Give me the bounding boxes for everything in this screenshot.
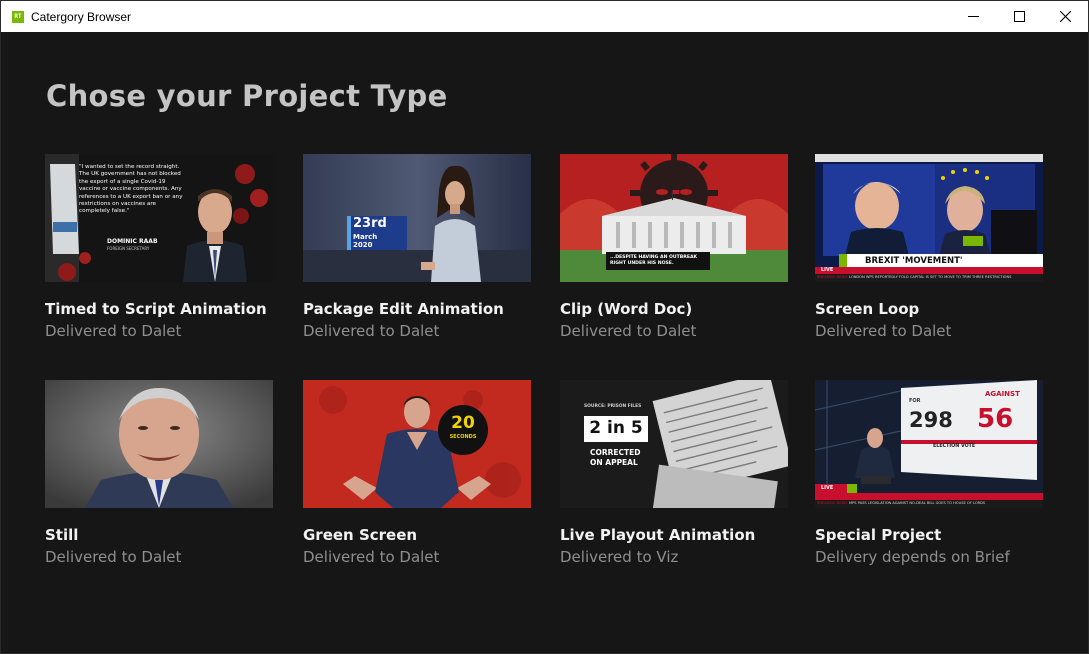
thumbnail-quote: "I wanted to set the record straight. Th… <box>79 164 183 215</box>
project-card-screen-loop[interactable]: BREXIT 'MOVEMENT' LIVE BREAKING NEWS LON… <box>815 154 1045 340</box>
project-card-special-project[interactable]: FOR AGAINST 298 56 ELECTION VOTE LIVE BR… <box>815 380 1045 566</box>
card-title: Special Project <box>815 526 942 544</box>
card-subtitle: Delivery depends on Brief <box>815 548 1010 566</box>
project-card-timed-to-script[interactable]: "I wanted to set the record straight. Th… <box>45 154 275 340</box>
project-card-package-edit[interactable]: 23rd March 2020 Package Edit Animation D… <box>303 154 533 340</box>
card-title: Clip (Word Doc) <box>560 300 693 318</box>
close-icon <box>1059 11 1071 22</box>
card-title: Green Screen <box>303 526 418 544</box>
thumbnail-presenter-graphic <box>303 380 531 508</box>
card-thumbnail[interactable]: BREXIT 'MOVEMENT' LIVE BREAKING NEWS LON… <box>815 154 1043 282</box>
maximize-icon <box>1013 11 1025 22</box>
card-title: Live Playout Animation <box>560 526 756 544</box>
app-logo-icon: RT <box>12 10 24 23</box>
category-browser-window: RT Catergory Browser Chose your Project … <box>0 0 1089 654</box>
page-title: Chose your Project Type <box>46 79 448 113</box>
thumbnail-ticker-label: BREAKING NEWS <box>817 501 848 505</box>
project-card-green-screen[interactable]: 20 SECONDS Green Screen Delivered to Dal… <box>303 380 533 566</box>
card-subtitle: Delivered to Dalet <box>560 322 697 340</box>
thumbnail-against-label: AGAINST <box>985 390 1020 398</box>
card-thumbnail[interactable]: SOURCE: PRISON FILES 2 in 5 CORRECTED ON… <box>560 380 788 508</box>
thumbnail-badge-label: SECONDS <box>449 434 477 440</box>
thumbnail-badge-number: 20 <box>451 413 475 433</box>
thumbnail-live-badge: LIVE <box>821 267 834 273</box>
window-controls <box>950 1 1088 32</box>
card-title: Screen Loop <box>815 300 920 318</box>
minimize-icon <box>967 16 979 17</box>
thumbnail-source: SOURCE: PRISON FILES <box>584 404 642 409</box>
app-logo-text: RT <box>14 13 22 20</box>
card-subtitle: Delivered to Dalet <box>303 322 440 340</box>
project-card-live-playout[interactable]: SOURCE: PRISON FILES 2 in 5 CORRECTED ON… <box>560 380 790 566</box>
thumbnail-speaker-name: DOMINIC RAAB <box>107 238 158 245</box>
thumbnail-date-day: 23rd <box>353 216 387 231</box>
card-subtitle: Delivered to Viz <box>560 548 679 566</box>
card-subtitle: Delivered to Dalet <box>45 322 182 340</box>
close-button[interactable] <box>1042 1 1088 32</box>
minimize-button[interactable] <box>950 1 996 32</box>
card-thumbnail[interactable]: ...DESPITE HAVING AN OUTBREAK RIGHT UNDE… <box>560 154 788 282</box>
card-subtitle: Delivered to Dalet <box>303 548 440 566</box>
thumbnail-presenter-graphic <box>303 154 531 282</box>
card-thumbnail[interactable]: FOR AGAINST 298 56 ELECTION VOTE LIVE BR… <box>815 380 1043 508</box>
card-thumbnail[interactable] <box>45 380 273 508</box>
card-thumbnail[interactable]: 20 SECONDS <box>303 380 531 508</box>
project-card-clip[interactable]: ...DESPITE HAVING AN OUTBREAK RIGHT UNDE… <box>560 154 790 340</box>
thumbnail-line-2: ON APPEAL <box>590 458 638 467</box>
thumbnail-for-label: FOR <box>909 398 921 404</box>
thumbnail-date-month: March <box>353 233 378 241</box>
card-title: Timed to Script Animation <box>45 300 267 318</box>
thumbnail-statistic: 2 in 5 <box>589 418 643 438</box>
project-card-still[interactable]: Still Delivered to Dalet <box>45 380 275 566</box>
title-bar[interactable]: RT Catergory Browser <box>1 1 1088 32</box>
thumbnail-vote-label: ELECTION VOTE <box>933 444 976 449</box>
thumbnail-ticker: MPS PASS LEGISLATION AGAINST NO-DEAL BIL… <box>849 501 986 505</box>
thumbnail-line-1: CORRECTED <box>590 448 641 457</box>
thumbnail-portrait-graphic <box>45 380 273 508</box>
card-thumbnail[interactable]: "I wanted to set the record straight. Th… <box>45 154 273 282</box>
thumbnail-vote-studio-graphic <box>815 380 1043 508</box>
thumbnail-headline: BREXIT 'MOVEMENT' <box>865 256 963 266</box>
thumbnail-caption: ...DESPITE HAVING AN OUTBREAK RIGHT UNDE… <box>610 255 698 266</box>
card-subtitle: Delivered to Dalet <box>45 548 182 566</box>
card-title: Package Edit Animation <box>303 300 504 318</box>
thumbnail-speaker-role: FOREIGN SECRETARY <box>107 246 150 251</box>
thumbnail-ticker: LONDON WPS REPORTEDLY FOLD CAPITAL IS SE… <box>849 275 1012 279</box>
card-thumbnail[interactable]: 23rd March 2020 <box>303 154 531 282</box>
card-subtitle: Delivered to Dalet <box>815 322 952 340</box>
thumbnail-date-year: 2020 <box>353 241 373 249</box>
thumbnail-against-number: 56 <box>977 404 1014 434</box>
thumbnail-ticker-label: BREAKING NEWS <box>817 275 848 279</box>
thumbnail-documents-graphic <box>560 380 788 508</box>
thumbnail-for-number: 298 <box>909 408 953 432</box>
window-title: Catergory Browser <box>31 9 132 24</box>
maximize-button[interactable] <box>996 1 1042 32</box>
thumbnail-live-badge: LIVE <box>821 485 834 491</box>
card-title: Still <box>45 526 79 544</box>
